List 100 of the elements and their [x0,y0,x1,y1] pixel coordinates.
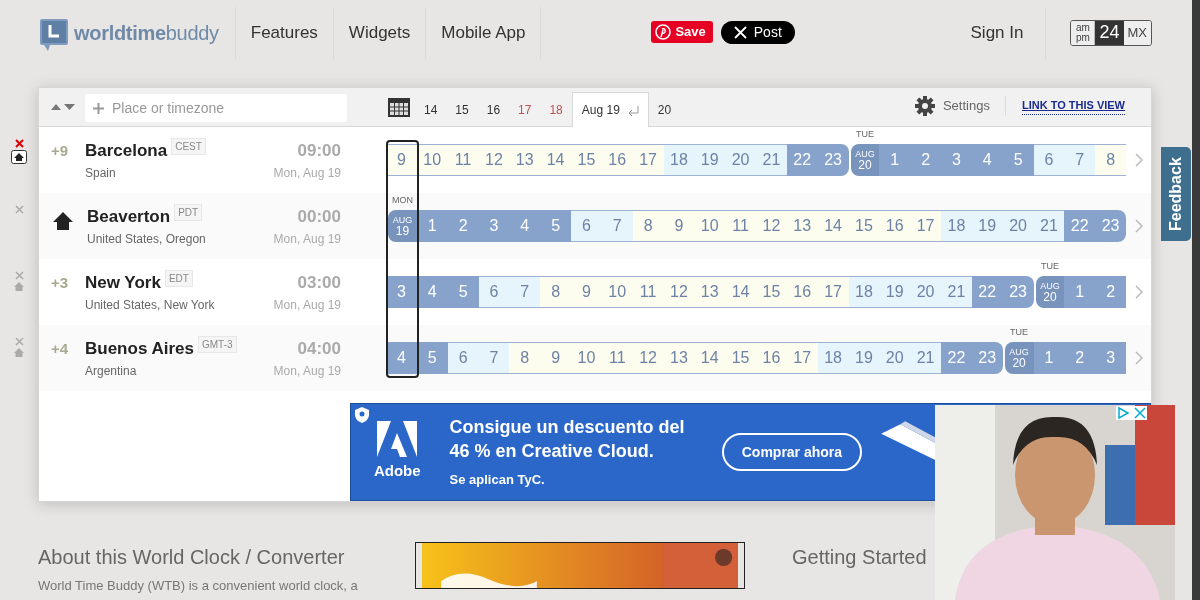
nav-link[interactable]: Widgets [333,6,427,59]
hour-cell[interactable]: 23 [817,144,849,176]
hour-cell[interactable]: 10 [571,342,602,374]
hour-cell[interactable]: 6 [447,342,479,374]
hour-cell[interactable]: 8 [540,276,571,308]
hour-cell[interactable]: 7 [1064,144,1096,176]
hour-cell[interactable]: 4 [971,144,1003,176]
date-tab[interactable]: 18 [540,93,572,126]
hour-cell[interactable]: 22 [1064,210,1096,242]
search-box[interactable]: Place or timezone [85,94,347,122]
save-button[interactable]: Save [651,21,713,43]
hour-cell[interactable]: 7 [601,210,633,242]
hour-cell[interactable]: 18 [663,144,695,176]
hour-cell[interactable]: 1 [879,144,911,176]
hour-cell[interactable]: 19 [694,144,726,176]
logo-text[interactable]: worldtimebuddy [74,17,219,48]
hour-cell[interactable]: 21 [941,276,972,308]
hour-cell[interactable]: 21 [910,342,941,374]
hour-cell[interactable]: 23 [1095,210,1126,242]
hour-cell[interactable]: 3 [1095,342,1126,374]
hour-cell[interactable]: 1 [1033,342,1065,374]
hour-cell[interactable]: 6 [571,210,602,242]
hour-cell[interactable]: 11 [725,210,756,242]
link-to-view[interactable]: LINK TO THIS VIEW [1021,97,1125,115]
hour-cell[interactable]: 16 [601,144,633,176]
hour-cell[interactable]: 16 [756,342,787,374]
hour-cell[interactable]: 20 [1002,210,1034,242]
hour-cell[interactable]: 6 [1033,144,1065,176]
date-tab[interactable]: 20 [648,93,681,126]
hour-cell[interactable]: 8 [632,210,664,242]
hour-cell[interactable]: 15 [571,144,602,176]
hour-cell[interactable]: 21 [1033,210,1065,242]
hour-cell[interactable]: 14 [725,276,756,308]
hour-cell[interactable]: 8 [509,342,541,374]
hour-cell[interactable]: 23 [1002,276,1034,308]
date-tab[interactable]: 16 [477,93,510,126]
feedback-tab[interactable]: Feedback [1161,147,1191,241]
hour-cell[interactable]: 22 [786,144,818,176]
hour-cell[interactable]: 2 [447,210,479,242]
hour-cell[interactable]: 7 [478,342,510,374]
hour-cell[interactable]: 18 [817,342,849,374]
hour-cell[interactable]: 5 [540,210,571,242]
hour-cell[interactable]: 13 [509,144,541,176]
hour-cell[interactable]: 11 [632,276,664,308]
hour-cell[interactable]: 14 [540,144,571,176]
search-field[interactable]: Place or timezone [110,96,330,120]
date-tab[interactable]: Aug 19 [571,92,649,127]
hour-cell[interactable]: 2 [1095,276,1126,308]
hour-cell[interactable]: 13 [694,276,726,308]
hour-cell[interactable]: 3 [386,276,417,308]
time-format-option[interactable]: MX [1123,20,1151,45]
hour-cell[interactable]: 20 [725,144,756,176]
hour-cell[interactable]: 16 [879,210,911,242]
hour-cell[interactable]: 8 [1095,144,1126,176]
hour-cell[interactable]: 10 [694,210,726,242]
hour-cell[interactable]: 7 [509,276,541,308]
hour-cell[interactable]: 17 [632,144,664,176]
time-format-option[interactable]: 24 [1095,20,1124,45]
hour-cell[interactable]: 19 [848,342,880,374]
hour-cell[interactable]: 5 [1002,144,1034,176]
hour-cell[interactable]: 12 [756,210,787,242]
hour-cell[interactable]: 14 [694,342,726,374]
hour-cell[interactable]: 13 [663,342,695,374]
sign-in-link[interactable]: Sign In [955,6,1047,59]
hour-cell[interactable]: 22 [941,342,972,374]
hour-cell[interactable]: 19 [971,210,1003,242]
hour-cell[interactable]: 19 [879,276,911,308]
hour-cell[interactable]: 6 [478,276,510,308]
hour-cell[interactable]: 14 [817,210,849,242]
hour-cell[interactable]: 17 [786,342,818,374]
hour-cell[interactable]: 11 [601,342,633,374]
hour-cell[interactable]: 13 [786,210,818,242]
post-button[interactable]: Post [720,21,795,44]
hour-cell[interactable]: 12 [478,144,510,176]
date-tab[interactable]: 15 [446,93,478,126]
hour-cell[interactable]: 12 [632,342,664,374]
hour-cell[interactable]: 9 [540,342,571,374]
date-tab[interactable]: 17 [509,93,541,126]
hour-cell[interactable]: 9 [386,144,417,176]
hour-cell[interactable]: 4 [386,342,417,374]
hour-cell[interactable]: 17 [910,210,941,242]
hour-cell[interactable]: 15 [725,342,756,374]
hour-cell[interactable]: 17 [817,276,849,308]
hour-cell[interactable]: 21 [756,144,787,176]
nav-link[interactable]: Features [235,6,334,59]
date-tab[interactable]: 14 [415,93,447,126]
hour-cell[interactable]: 3 [941,144,972,176]
hour-cell[interactable]: 5 [447,276,479,308]
hour-cell[interactable]: 20 [879,342,911,374]
settings-button[interactable]: Settings [914,96,1006,116]
hour-cell[interactable]: 9 [663,210,695,242]
hour-cell[interactable]: 15 [848,210,880,242]
hour-cell[interactable]: 12 [663,276,695,308]
hour-cell[interactable]: 15 [756,276,787,308]
hour-cell[interactable]: 1 [1064,276,1096,308]
hour-cell[interactable]: 22 [971,276,1003,308]
hour-cell[interactable]: 10 [601,276,633,308]
hour-cell[interactable]: 16 [786,276,818,308]
hour-cell[interactable]: 23 [971,342,1003,374]
hour-cell[interactable]: 4 [509,210,541,242]
